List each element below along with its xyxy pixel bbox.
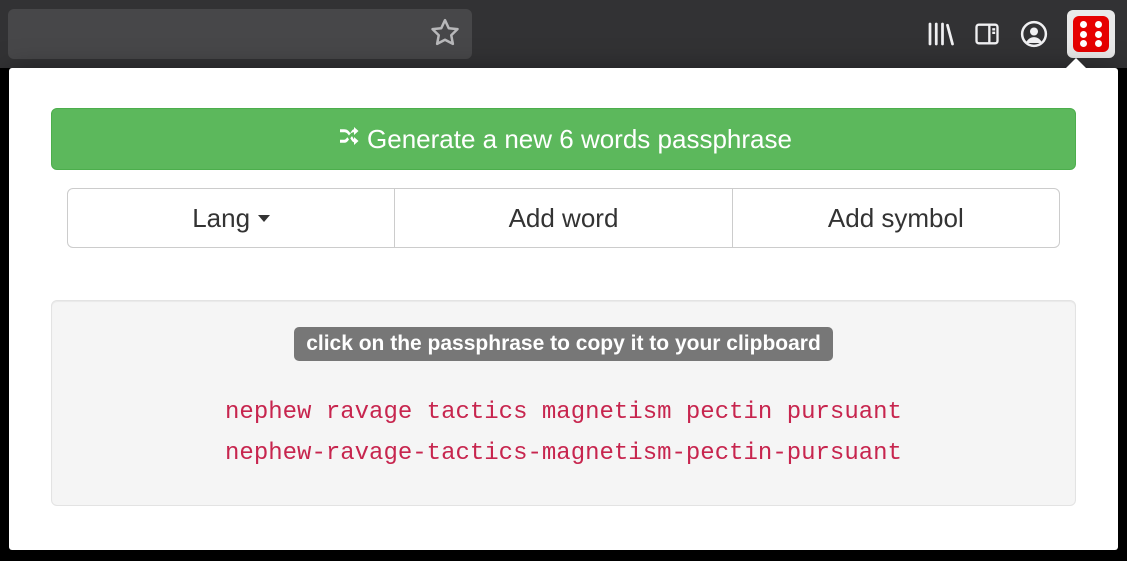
passphrase-spaced[interactable]: nephew ravage tactics magnetism pectin p… bbox=[72, 393, 1055, 434]
add-word-label: Add word bbox=[509, 203, 619, 234]
library-icon[interactable] bbox=[925, 19, 955, 49]
generate-button[interactable]: Generate a new 6 words passphrase bbox=[51, 108, 1076, 170]
toolbar-actions bbox=[925, 10, 1119, 58]
sidebar-icon[interactable] bbox=[973, 20, 1001, 48]
options-button-group: Lang Add word Add symbol bbox=[51, 188, 1076, 248]
diceware-extension-button[interactable] bbox=[1067, 10, 1115, 58]
add-symbol-label: Add symbol bbox=[828, 203, 964, 234]
browser-toolbar bbox=[0, 0, 1127, 68]
url-bar[interactable] bbox=[8, 9, 472, 59]
dice-icon bbox=[1073, 16, 1109, 52]
copy-hint-badge: click on the passphrase to copy it to yo… bbox=[294, 327, 833, 361]
passphrase-list: nephew ravage tactics magnetism pectin p… bbox=[72, 393, 1055, 475]
shuffle-icon bbox=[335, 124, 363, 155]
generate-button-label: Generate a new 6 words passphrase bbox=[367, 124, 792, 155]
account-icon[interactable] bbox=[1019, 19, 1049, 49]
bookmark-star-icon[interactable] bbox=[430, 17, 460, 52]
passphrase-hyphenated[interactable]: nephew-ravage-tactics-magnetism-pectin-p… bbox=[72, 434, 1055, 475]
extension-popup: Generate a new 6 words passphrase Lang A… bbox=[9, 68, 1118, 550]
lang-dropdown[interactable]: Lang bbox=[67, 188, 395, 248]
popup-arrow bbox=[1064, 58, 1088, 70]
lang-label: Lang bbox=[192, 203, 250, 234]
add-symbol-button[interactable]: Add symbol bbox=[733, 188, 1060, 248]
caret-down-icon bbox=[258, 215, 270, 222]
passphrase-panel: click on the passphrase to copy it to yo… bbox=[51, 300, 1076, 506]
add-word-button[interactable]: Add word bbox=[395, 188, 732, 248]
